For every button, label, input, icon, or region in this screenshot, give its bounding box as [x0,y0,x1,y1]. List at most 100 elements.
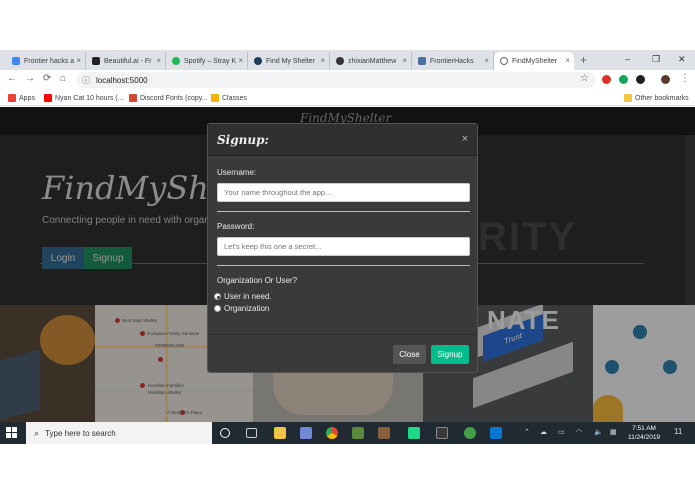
tab-favicon-icon [254,57,262,65]
browser-tab[interactable]: Find My Shelter × [248,52,330,70]
account-type-label: Organization Or User? [217,276,298,285]
youtube-icon [44,94,52,102]
battery-icon[interactable]: ▭ [558,428,565,436]
close-icon[interactable]: × [462,133,468,145]
bookmark-label: Classes [222,94,247,102]
bookmark-item[interactable]: Nyan Cat 10 hours (... [44,94,123,102]
tab-title: zhixianMatthew [348,57,397,65]
globe-icon [500,57,508,65]
url-text: localhost:5000 [96,75,148,85]
radio-user-in-need[interactable]: User in need. [214,292,272,301]
chrome-icon[interactable] [326,427,338,439]
window-close-button[interactable]: ✕ [678,54,686,65]
android-icon[interactable] [464,427,476,439]
bookmark-item[interactable]: Discord Fonts (copy... [129,94,208,102]
task-view-icon[interactable] [246,428,257,438]
username-input[interactable] [217,183,470,202]
tab-favicon-icon [12,57,20,65]
pycharm-icon[interactable] [408,427,420,439]
tab-close-icon[interactable]: × [402,56,407,65]
extension-green-icon[interactable] [619,75,628,84]
app-icon[interactable] [378,427,390,439]
bookmark-label: Other bookmarks [635,94,689,102]
volume-icon[interactable]: 🔈 [594,428,603,436]
submit-signup-button[interactable]: Signup [431,345,469,364]
password-input[interactable] [217,237,470,256]
tray-chevron-icon[interactable]: ⌃ [524,428,530,436]
tab-favicon-icon [418,57,426,65]
bookmark-apps[interactable]: Apps [8,94,35,102]
home-button[interactable]: ⌂ [60,73,66,84]
taskbar-clock[interactable]: 7:51 AM 11/24/2019 [628,424,660,442]
tab-close-icon[interactable]: × [484,56,489,65]
cortana-icon[interactable] [220,428,230,438]
bookmark-star-icon[interactable]: ☆ [580,73,589,84]
form-divider [217,265,470,266]
onedrive-icon[interactable]: ☁ [540,428,547,436]
password-label: Password: [217,222,255,231]
discord-icon[interactable] [300,427,312,439]
minimize-button[interactable]: – [625,54,630,64]
keyboard-icon[interactable]: ▦ [610,428,617,436]
vscode-icon[interactable] [490,427,502,439]
back-button[interactable]: ← [7,73,17,84]
forward-button[interactable]: → [25,73,35,84]
tab-title: FrontierHacks [430,57,474,65]
close-button[interactable]: Close [393,345,426,364]
browser-tab[interactable]: FrontierHacks × [412,52,494,70]
taskbar-search[interactable]: ⌕ Type here to search [26,422,212,444]
folder-icon [624,94,632,102]
browser-tab[interactable]: Beautiful.ai - Fr × [86,52,166,70]
new-tab-button[interactable]: + [580,53,587,67]
file-explorer-icon[interactable] [274,427,286,439]
tab-favicon-icon [336,57,344,65]
adblock-icon[interactable] [602,75,611,84]
tab-close-icon[interactable]: × [320,56,325,65]
bookmark-favicon-icon [211,94,219,102]
bookmark-item[interactable]: Classes [211,94,247,102]
bookmark-favicon-icon [129,94,137,102]
tab-favicon-icon [92,57,100,65]
bookmark-label: Discord Fonts (copy... [140,94,208,102]
tab-close-icon[interactable]: × [565,56,570,65]
other-bookmarks[interactable]: Other bookmarks [624,94,689,102]
signup-modal: Signup: × Username: Password: Organizati… [207,123,478,373]
modal-footer: Close Signup [208,334,477,372]
radio-organization[interactable]: Organization [214,304,269,313]
browser-tab-active[interactable]: FindMyShelter × [494,52,574,70]
browser-tab[interactable]: Spotify – Stray K × [166,52,248,70]
info-icon[interactable]: ⓘ [82,75,90,86]
tab-title: Beautiful.ai - Fr [104,57,152,65]
profile-avatar-icon[interactable] [661,75,670,84]
bookmarks-bar: Apps Nyan Cat 10 hours (... Discord Font… [0,90,695,106]
radio-unchecked-icon[interactable] [214,305,221,312]
windows-taskbar: ⌕ Type here to search ⌃ ☁ ▭ ◠ 🔈 ▦ 7:51 A… [0,422,695,444]
menu-icon[interactable]: ⋮ [680,73,690,84]
address-bar[interactable]: ⓘ localhost:5000 [76,72,596,88]
tab-title: Frontier hacks a [24,57,75,65]
browser-tab[interactable]: zhixianMatthew × [330,52,412,70]
notification-icon[interactable]: 11 [674,427,682,436]
maximize-button[interactable]: ❐ [652,54,660,65]
bookmark-label: Nyan Cat 10 hours (... [55,94,124,102]
terminal-icon[interactable] [436,427,448,439]
clock-time: 7:51 AM [632,425,656,432]
radio-checked-icon[interactable] [214,293,221,300]
extension-dark-icon[interactable] [636,75,645,84]
browser-tab[interactable]: Frontier hacks a × [6,52,86,70]
radio-label: Organization [224,304,270,313]
tab-close-icon[interactable]: × [76,56,81,65]
reload-button[interactable]: ⟳ [43,73,51,84]
clock-date: 11/24/2019 [628,434,661,441]
network-icon[interactable]: ◠ [576,428,582,436]
minecraft-icon[interactable] [352,427,364,439]
tab-close-icon[interactable]: × [156,56,161,65]
tab-close-icon[interactable]: × [238,56,243,65]
tab-title: Spotify – Stray K [184,57,237,65]
tab-favicon-icon [172,57,180,65]
modal-title: Signup: [217,133,269,147]
search-icon: ⌕ [34,427,40,438]
modal-header: Signup: × [208,124,477,156]
windows-start-icon[interactable] [6,427,17,438]
tab-title: FindMyShelter [512,57,558,65]
